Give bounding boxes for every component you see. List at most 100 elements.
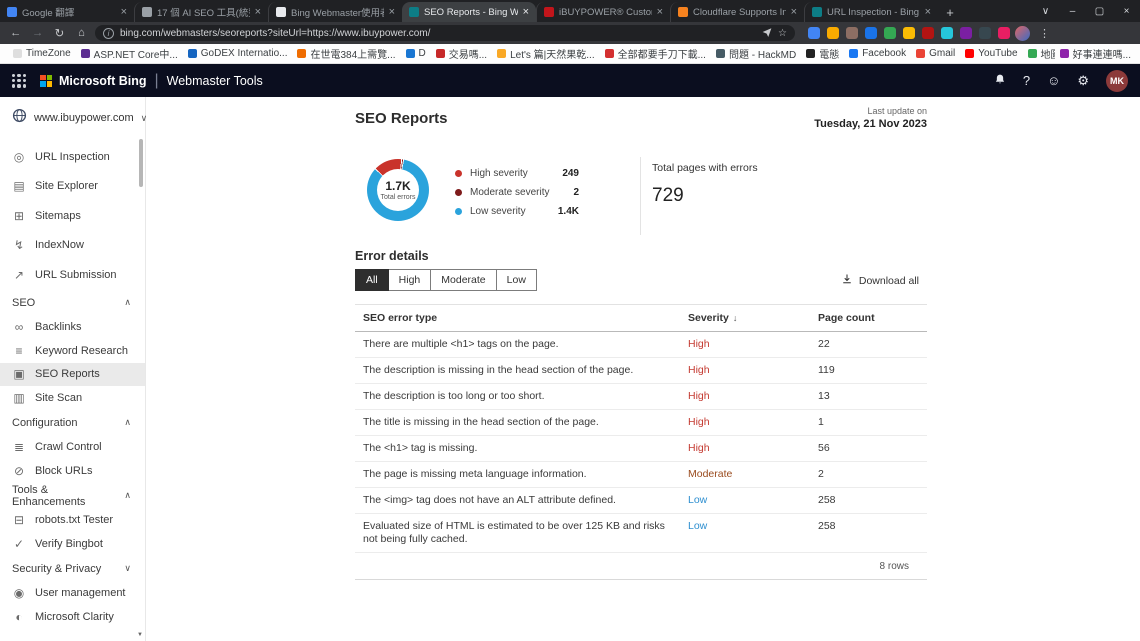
sidebar-item-seo-reports[interactable]: ▣SEO Reports (0, 363, 145, 387)
tab-close-icon[interactable]: × (657, 6, 663, 18)
bookmark-item[interactable]: 全部都要手刀下載... (600, 46, 711, 61)
extension-icon[interactable] (808, 27, 820, 39)
sidebar-item-url-inspection[interactable]: ◎URL Inspection (0, 142, 145, 172)
window-close-button[interactable]: × (1113, 6, 1140, 17)
sidebar-item-backlinks[interactable]: ∞Backlinks (0, 316, 145, 340)
extension-icon[interactable] (884, 27, 896, 39)
back-icon[interactable]: ← (7, 27, 24, 39)
bookmark-item[interactable]: Facebook (844, 48, 911, 59)
browser-tab[interactable]: iBUYPOWER® Custom Gam...× (536, 2, 670, 22)
browser-tab[interactable]: URL Inspection - Bing Webm...× (804, 2, 938, 22)
browser-tab[interactable]: Cloudflare Supports IndexN...× (670, 2, 804, 22)
bookmark-item[interactable]: D (401, 48, 431, 59)
table-row[interactable]: There are multiple <h1> tags on the page… (355, 332, 927, 358)
sidebar-section-seo[interactable]: SEO∧ (0, 290, 145, 316)
sidebar-scrollbar[interactable] (139, 139, 143, 187)
sidebar-section-security-privacy[interactable]: Security & Privacy∨ (0, 556, 145, 582)
scroll-down-arrow-icon[interactable]: ▼ (137, 632, 143, 638)
sidebar-section-configuration[interactable]: Configuration∧ (0, 410, 145, 436)
sidebar-item-user-management[interactable]: ◉User management (0, 582, 145, 606)
tab-close-icon[interactable]: × (523, 6, 529, 18)
sidebar-item-keyword-research[interactable]: ≡Keyword Research (0, 339, 145, 363)
filter-tab-moderate[interactable]: Moderate (430, 269, 496, 291)
feedback-smiley-icon[interactable]: ☺ (1047, 74, 1060, 87)
bookmark-item[interactable]: GoDEX Internatio... (183, 48, 293, 59)
sidebar-item-sitemaps[interactable]: ⊞Sitemaps (0, 201, 145, 231)
extension-icon[interactable] (960, 27, 972, 39)
sidebar-item-verify-bingbot[interactable]: ✓Verify Bingbot (0, 532, 145, 556)
browser-tab[interactable]: Google 翻譯× (0, 2, 134, 22)
extension-icon[interactable] (827, 27, 839, 39)
browser-caret-icon[interactable]: ∨ (1032, 6, 1059, 17)
forward-icon[interactable]: → (29, 27, 46, 39)
address-bar[interactable]: i bing.com/webmasters/seoreports?siteUrl… (95, 25, 795, 41)
sidebar-item-crawl-control[interactable]: ≣Crawl Control (0, 436, 145, 460)
bookmark-item[interactable]: 好事連連嗎... (1055, 44, 1136, 63)
maximize-button[interactable]: ▢ (1086, 6, 1113, 17)
user-avatar[interactable]: MK (1106, 70, 1128, 92)
sidebar-section-tools-enhancements[interactable]: Tools & Enhancements∧ (0, 483, 145, 509)
download-all-button[interactable]: Download all (841, 273, 919, 288)
bookmark-item[interactable]: 問題 - HackMD (711, 46, 801, 61)
sidebar-item-robots-txt-tester[interactable]: ⊟robots.txt Tester (0, 509, 145, 533)
reload-icon[interactable]: ↻ (51, 26, 68, 40)
apps-waffle-icon[interactable] (12, 74, 26, 88)
bookmark-star-icon[interactable]: ☆ (778, 28, 787, 39)
bookmark-item[interactable]: Let's 篇|天然果乾... (492, 46, 600, 61)
bookmark-item[interactable]: Gmail (911, 48, 960, 59)
help-icon[interactable]: ? (1023, 74, 1030, 87)
sidebar-item-site-scan[interactable]: ▥Site Scan (0, 386, 145, 410)
extension-icon[interactable] (903, 27, 915, 39)
extension-icon[interactable] (998, 27, 1010, 39)
tab-close-icon[interactable]: × (121, 6, 127, 18)
send-icon[interactable] (762, 27, 772, 40)
extension-icon[interactable] (979, 27, 991, 39)
tab-close-icon[interactable]: × (791, 6, 797, 18)
table-row[interactable]: The <h1> tag is missing.High56 (355, 436, 927, 462)
extension-icon[interactable] (846, 27, 858, 39)
new-tab-button[interactable]: + (938, 2, 962, 22)
page-title: SEO Reports (355, 110, 448, 127)
filter-tab-high[interactable]: High (388, 269, 432, 291)
filter-tab-all[interactable]: All (355, 269, 389, 291)
browser-tab[interactable]: 17 個 AI SEO 工具(統整及 2023...× (134, 2, 268, 22)
table-row[interactable]: The page is missing meta language inform… (355, 462, 927, 488)
extension-icon[interactable] (865, 27, 877, 39)
sidebar-item-indexnow[interactable]: ↯IndexNow (0, 231, 145, 261)
profile-avatar[interactable] (1015, 26, 1030, 41)
sidebar-item-block-urls[interactable]: ⊘Block URLs (0, 459, 145, 483)
bookmark-item[interactable]: TimeZone (8, 48, 76, 59)
sidebar-item-microsoft-clarity[interactable]: ◐Microsoft Clarity (0, 605, 145, 629)
notifications-bell-icon[interactable] (994, 73, 1006, 88)
bookmark-item[interactable]: 電態 (801, 46, 844, 61)
home-icon[interactable]: ⌂ (73, 27, 90, 39)
minimize-button[interactable]: – (1059, 6, 1086, 17)
bookmark-item[interactable]: ASP.NET Core中... (76, 46, 183, 61)
donut-chart: 1.7K Total errors (367, 159, 429, 221)
table-row[interactable]: The <img> tag does not have an ALT attri… (355, 488, 927, 514)
error-type-cell: The <img> tag does not have an ALT attri… (355, 494, 680, 507)
bookmark-item[interactable]: 在世電384上需覽... (292, 46, 400, 61)
bookmark-item[interactable]: 交易嗎... (431, 46, 492, 61)
sidebar-item-site-explorer[interactable]: ▤Site Explorer (0, 172, 145, 202)
extension-icon[interactable] (941, 27, 953, 39)
extension-icon[interactable] (922, 27, 934, 39)
column-header-severity[interactable]: Severity↓ (680, 312, 810, 324)
bookmark-item[interactable]: YouTube (960, 48, 1022, 59)
site-selector[interactable]: www.ibuypower.com ∨ (0, 97, 145, 134)
filter-tab-low[interactable]: Low (496, 269, 537, 291)
bookmark-label: 電態 (819, 46, 839, 61)
browser-tab[interactable]: Bing Webmaster使用者指南 - 維...× (268, 2, 402, 22)
browser-tab[interactable]: SEO Reports - Bing Webmas...× (402, 2, 536, 22)
browser-menu-icon[interactable]: ⋮ (1039, 27, 1050, 40)
tab-close-icon[interactable]: × (389, 6, 395, 18)
table-row[interactable]: The description is missing in the head s… (355, 358, 927, 384)
sidebar-item-url-submission[interactable]: ↗URL Submission (0, 260, 145, 290)
table-row[interactable]: The title is missing in the head section… (355, 410, 927, 436)
table-row[interactable]: The description is too long or too short… (355, 384, 927, 410)
tab-close-icon[interactable]: × (925, 6, 931, 18)
settings-gear-icon[interactable]: ⚙ (1077, 74, 1089, 87)
table-row[interactable]: Evaluated size of HTML is estimated to b… (355, 514, 927, 553)
tab-close-icon[interactable]: × (255, 6, 261, 18)
site-info-icon[interactable]: i (103, 28, 114, 39)
